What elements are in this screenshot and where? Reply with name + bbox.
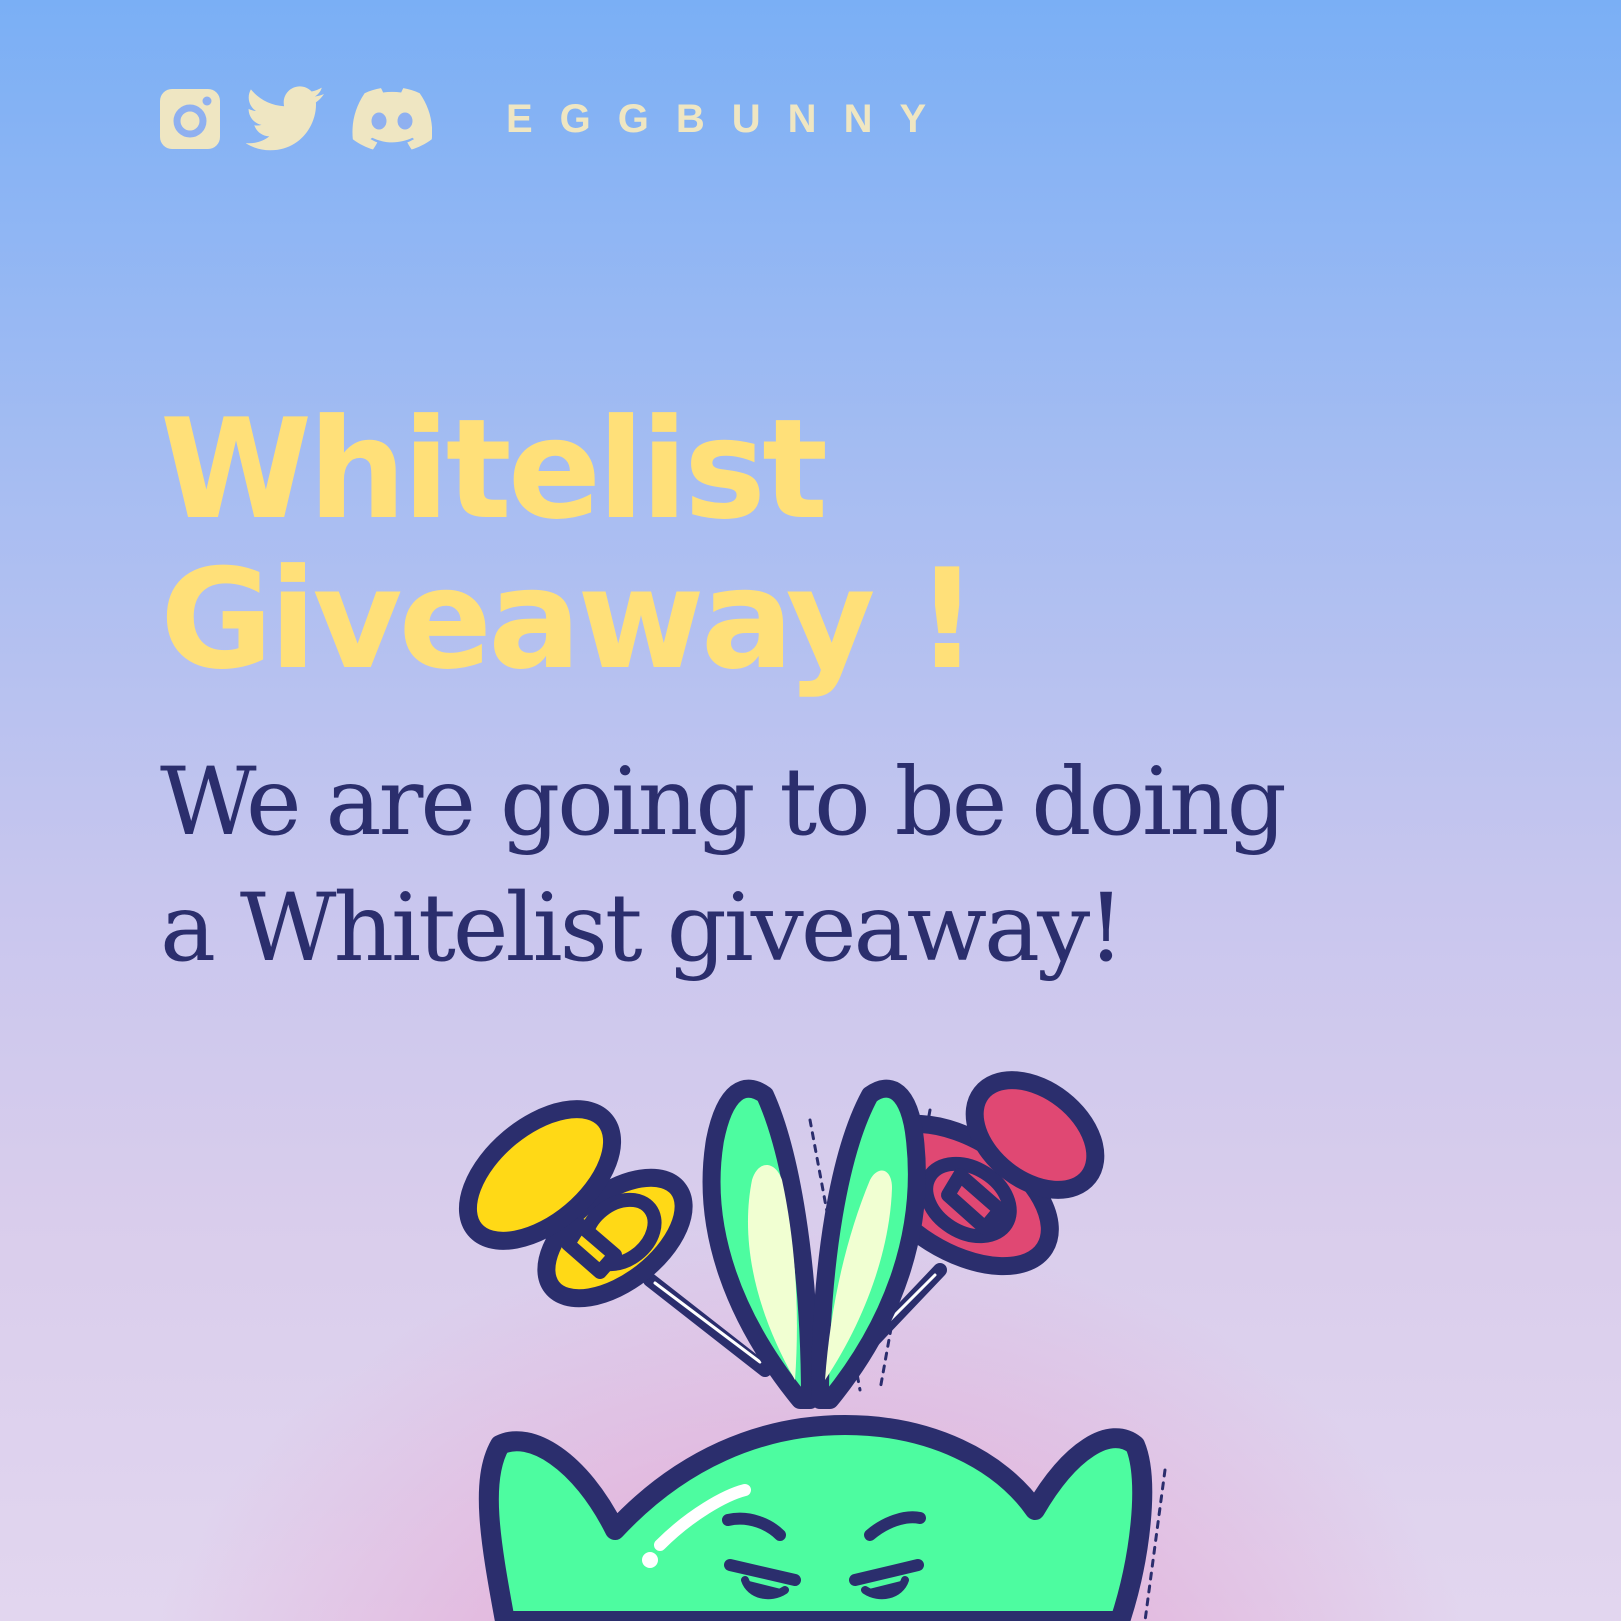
red-pushpin (838, 1071, 1105, 1377)
headline-line-1: Whitelist (160, 389, 828, 550)
subtext: We are going to be doing a Whitelist giv… (160, 740, 1287, 992)
discord-icon[interactable] (352, 86, 432, 152)
instagram-icon[interactable] (160, 86, 220, 152)
twitter-icon[interactable] (246, 86, 326, 152)
ear-shadow-hatching (808, 1108, 1167, 1621)
headline: Whitelist Giveaway ! (160, 389, 979, 700)
yellow-pushpin (458, 1100, 772, 1377)
subtext-line-1: We are going to be doing (160, 748, 1287, 857)
brand-name: EGGBUNNY (506, 97, 954, 141)
bunny-head (478, 1415, 1153, 1621)
subtext-line-2: a Whitelist giveaway! (160, 874, 1125, 983)
social-header: EGGBUNNY (160, 86, 953, 152)
headline-line-2: Giveaway ! (160, 539, 979, 700)
bunny-ears (702, 1079, 926, 1409)
